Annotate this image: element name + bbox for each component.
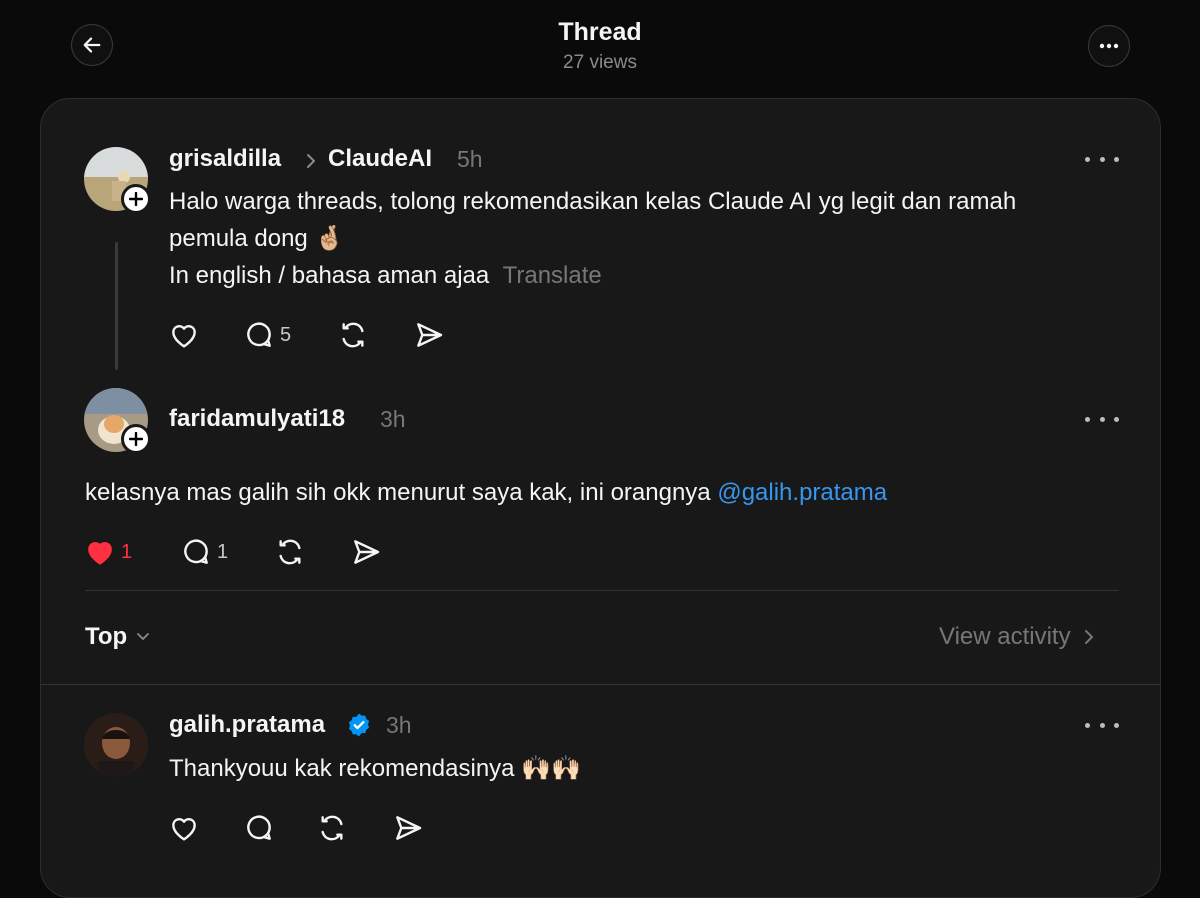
post-more-icon[interactable] <box>1085 152 1119 166</box>
view-activity-label: View activity <box>939 623 1071 650</box>
repost-button[interactable] <box>273 536 307 568</box>
post-text-line: pemula dong 🤞🏼 <box>169 220 1129 257</box>
thread-header: Thread 27 views <box>0 0 1200 98</box>
post-username[interactable]: faridamulyati18 <box>169 405 345 433</box>
crossed-fingers-emoji: 🤞🏼 <box>314 225 345 252</box>
repost-button[interactable] <box>315 812 349 844</box>
like-count: 1 <box>121 540 133 563</box>
reply-button[interactable]: 1 <box>179 536 228 568</box>
view-activity-link[interactable]: View activity <box>939 623 1095 651</box>
page-title: Thread <box>558 18 642 46</box>
post-username[interactable]: grisaldilla <box>169 145 281 173</box>
post-time: 5h <box>457 146 483 172</box>
like-button[interactable] <box>167 812 201 844</box>
post-text: Halo warga threads, tolong rekomendasika… <box>169 183 1129 294</box>
reply-button[interactable] <box>242 812 276 844</box>
translate-link[interactable]: Translate <box>503 262 602 289</box>
share-button[interactable] <box>412 319 446 351</box>
post-text-line: Halo warga threads, tolong rekomendasika… <box>169 188 1017 215</box>
divider <box>41 684 1160 685</box>
comment-icon <box>184 539 208 564</box>
mention-link[interactable]: @galih.pratama <box>717 479 887 506</box>
share-button[interactable] <box>391 812 425 844</box>
repost-icon <box>321 815 343 841</box>
verified-badge-icon <box>348 713 370 737</box>
post-more-icon[interactable] <box>1085 412 1119 426</box>
sort-label: Top <box>85 623 128 650</box>
community-name[interactable]: ClaudeAI <box>328 145 432 173</box>
chevron-right-icon <box>307 154 315 168</box>
repost-button[interactable] <box>336 319 370 351</box>
post-text-segment: In english / bahasa aman ajaa <box>169 262 490 289</box>
reply-button[interactable]: 5 <box>242 319 291 351</box>
comment-icon <box>247 815 271 840</box>
thread-connector-line <box>115 242 118 370</box>
post-text-segment: Thankyouu kak rekomendasinya <box>169 755 522 782</box>
heart-icon <box>172 818 196 841</box>
comment-icon <box>247 322 271 347</box>
post-text: Thankyouu kak rekomendasinya 🙌🏻🙌🏻 <box>169 750 1069 787</box>
reply-count: 5 <box>280 323 292 346</box>
post-text-line: In english / bahasa aman ajaa Translate <box>169 257 1129 294</box>
follow-plus-icon[interactable] <box>121 424 151 454</box>
thread-card: grisaldilla ClaudeAI 5h Halo warga threa… <box>40 98 1161 898</box>
send-icon <box>354 540 380 564</box>
post-text-segment: kelasnya mas galih sih okk menurut saya … <box>85 479 718 506</box>
more-icon <box>1099 43 1119 49</box>
heart-icon <box>172 325 196 348</box>
raising-hands-emoji: 🙌🏻🙌🏻 <box>521 755 581 782</box>
repost-icon <box>342 322 364 348</box>
send-icon <box>417 323 443 347</box>
post-text: kelasnya mas galih sih okk menurut saya … <box>85 474 1125 511</box>
divider <box>85 590 1119 591</box>
post-time: 3h <box>386 712 412 738</box>
avatar[interactable] <box>84 713 148 777</box>
post-time: 3h <box>380 406 406 432</box>
sort-dropdown[interactable]: Top <box>85 623 151 651</box>
more-options-button[interactable] <box>1088 25 1130 67</box>
post-text-segment: pemula dong <box>169 225 308 252</box>
post-more-icon[interactable] <box>1085 718 1119 732</box>
like-button[interactable]: 1 <box>83 536 132 568</box>
chevron-right-icon <box>1084 630 1093 644</box>
reply-count: 1 <box>217 540 229 563</box>
follow-plus-icon[interactable] <box>121 184 151 214</box>
chevron-down-icon <box>137 633 150 640</box>
heart-filled-icon <box>88 542 112 565</box>
like-button[interactable] <box>167 319 201 351</box>
repost-icon <box>279 539 301 565</box>
send-icon <box>396 816 422 840</box>
post-username[interactable]: galih.pratama <box>169 711 325 739</box>
share-button[interactable] <box>349 536 383 568</box>
view-count: 27 views <box>563 52 637 73</box>
